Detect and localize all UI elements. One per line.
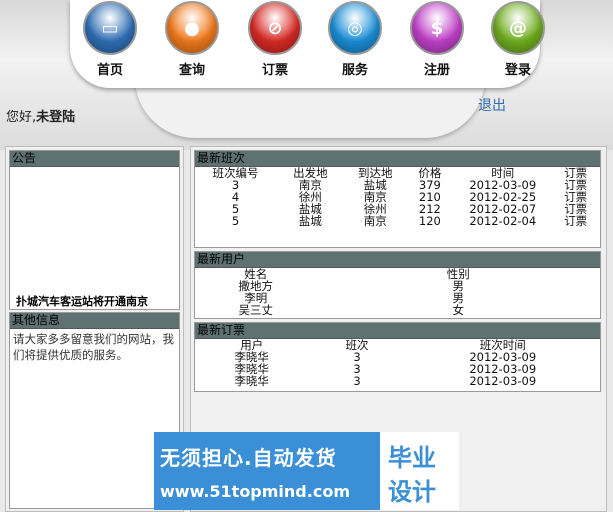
other-info-text: 请大家多多留意我们的网站，我们将提供优质的服务。 [13, 332, 174, 362]
banner-badge-line2: 设计 [388, 478, 436, 506]
latest-routes-table: 班次编号 出发地 到达地 价格 时间 订票 3 南京 盐城 379 2012-03-09 订票 4 徐州南… [195, 167, 600, 227]
latest-users-table: 姓名 性别 撒地方男李明男吴三丈女 [195, 268, 600, 316]
dollar-icon: $ [410, 1, 464, 55]
nav-login-button[interactable]: @ 登录 [483, 1, 553, 78]
banner-badge-line1: 毕业 [388, 444, 436, 472]
notice-marquee: 扑城汽车客运站将开通南京 [16, 295, 148, 308]
latest-orders-table: 用户 班次 班次时间 李晓华 3 2012-03-09 李晓华 3 2012-03-09 李晓华 3… [195, 339, 600, 387]
banner-badge: 毕业 设计 [380, 432, 459, 510]
greeting: 您好,未登陆 [6, 106, 75, 125]
users-row: 吴三丈 女 [195, 304, 600, 316]
nav-login-label: 登录 [504, 63, 531, 78]
ad-banner[interactable]: 无须担心.自动发货 www.51topmind.com 毕业 设计 [154, 432, 459, 510]
users-cell: 吴三丈 [238, 303, 274, 317]
routes-row: 5 盐城 徐州 212 2012-02-07 订票 [195, 203, 600, 215]
disc-icon: ◎ [328, 1, 382, 55]
other-info-title: 其他信息 [10, 313, 179, 329]
nav-home-button[interactable]: ▭ 首页 [75, 1, 145, 78]
latest-orders-title: 最新订票 [195, 323, 600, 339]
routes-cell: 南京 [363, 214, 387, 228]
nav-register-label: 注册 [423, 63, 450, 78]
routes-cell: 5 [231, 214, 240, 228]
nav-query-label: 查询 [178, 63, 205, 78]
login-status: 未登陆 [36, 110, 76, 125]
notice-box: 公告 扑城汽车客运站将开通南京 [9, 150, 180, 310]
banner-slogan: 无须担心.自动发货 [160, 446, 337, 470]
latest-users-box: 最新用户 姓名 性别 撒地方男李明男吴三丈女 [194, 251, 601, 319]
nav-register-button[interactable]: $ 注册 [402, 1, 472, 78]
monitor-icon: ▭ [83, 1, 137, 55]
notice-title: 公告 [10, 151, 179, 167]
routes-cell: 盐城 [298, 214, 322, 228]
at-icon: @ [491, 1, 545, 55]
user-icon: ● [165, 1, 219, 55]
nav-query-button[interactable]: ● 查询 [157, 1, 227, 78]
banner-url: www.51topmind.com [160, 482, 350, 501]
routes-row: 5 盐城 南京 120 2012-02-04 订票 [195, 215, 600, 227]
orders-cell: 李晓华 [234, 374, 269, 388]
routes-row: 4 徐州 南京 210 2012-02-25 订票 [195, 191, 600, 203]
routes-cell: 120 [418, 214, 441, 228]
banner-left: 无须担心.自动发货 www.51topmind.com [154, 432, 380, 510]
book-ticket-link[interactable]: 订票 [551, 215, 600, 227]
latest-users-title: 最新用户 [195, 252, 600, 268]
nav-ticket-label: 订票 [261, 63, 288, 78]
nav-service-label: 服务 [341, 63, 368, 78]
users-cell: 女 [452, 303, 465, 317]
orders-row: 李晓华 3 2012-03-09 [195, 375, 600, 387]
nav-service-button[interactable]: ◎ 服务 [320, 1, 390, 78]
logout-link[interactable]: 退出 [478, 95, 506, 115]
routes-row: 3 南京 盐城 379 2012-03-09 订票 [195, 179, 600, 191]
orders-cell: 2012-03-09 [469, 374, 537, 388]
latest-orders-box: 最新订票 用户 班次 班次时间 李晓华 3 2012-03-09 李晓华 3 2012-03-0… [194, 322, 601, 392]
routes-header-row: 班次编号 出发地 到达地 价格 时间 订票 [195, 167, 600, 179]
latest-routes-title: 最新班次 [195, 151, 600, 167]
greeting-text: 您好, [6, 110, 37, 125]
ticket-icon: ⊘ [248, 1, 302, 55]
orders-cell: 3 [353, 374, 361, 388]
latest-routes-box: 最新班次 班次编号 出发地 到达地 价格 时间 订票 3 南京 盐城 379 2012-03-09 订… [194, 150, 601, 248]
routes-cell: 2012-02-04 [469, 214, 537, 228]
nav-ticket-button[interactable]: ⊘ 订票 [240, 1, 310, 78]
nav-home-label: 首页 [96, 63, 123, 78]
